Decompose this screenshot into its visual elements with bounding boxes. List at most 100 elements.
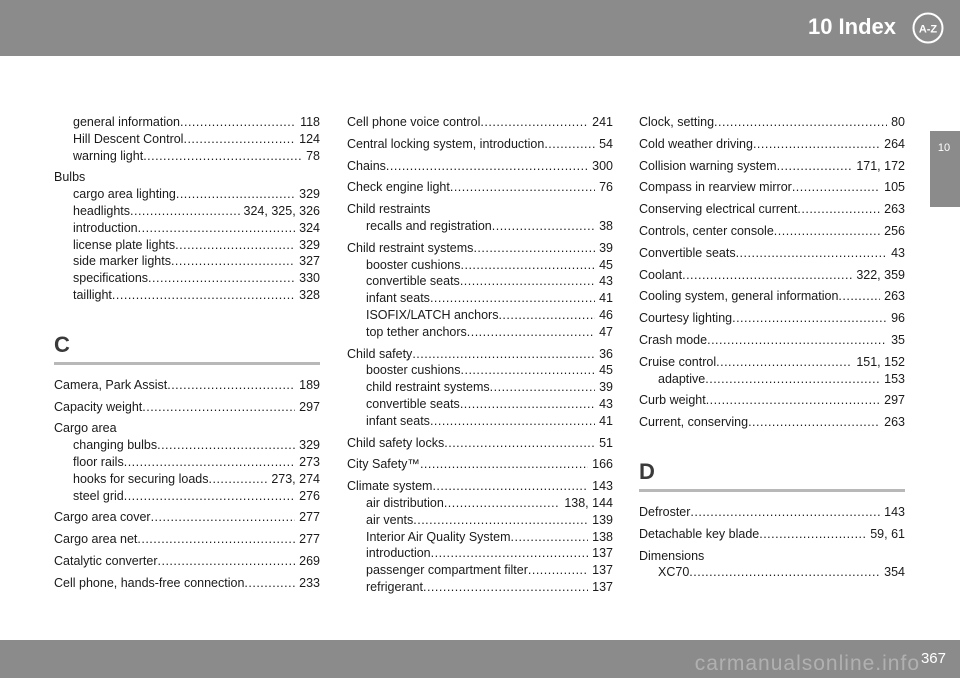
dot-leader <box>142 399 295 416</box>
dot-leader <box>777 158 853 175</box>
entry-page: 96 <box>891 311 905 326</box>
dot-leader <box>838 288 880 305</box>
index-subentry: taillight 328 <box>54 287 320 304</box>
dot-leader <box>473 240 595 257</box>
index-entry: Cell phone voice control 241 <box>347 114 613 131</box>
entry-page: 256 <box>884 223 905 238</box>
index-entry: Chains 300 <box>347 158 613 175</box>
entry-text: general information <box>73 115 181 129</box>
index-entry: Controls, center console 256 <box>639 223 905 240</box>
index-subentry: steel grid 276 <box>54 488 320 505</box>
entry-text: Cargo area net <box>54 532 138 547</box>
index-subentry: floor rails 273 <box>54 454 320 471</box>
entry-text: introduction <box>366 546 431 561</box>
dot-leader <box>423 579 588 596</box>
entry-text: Child restraint systems <box>347 240 474 255</box>
entry-text: child restraint systems <box>366 380 490 395</box>
index-subentry: booster cushions 45 <box>347 257 613 274</box>
dot-leader <box>431 545 589 562</box>
entry-text: Check engine light <box>347 180 450 195</box>
index-subentry: refrigerant 137 <box>347 579 613 596</box>
entry-page: 138, 144 <box>564 495 613 510</box>
section-letter: D <box>639 458 655 484</box>
entry-page: 264 <box>884 136 905 151</box>
dot-leader <box>450 179 595 196</box>
index-entry: Camera, Park Assist 189 <box>54 377 320 394</box>
entry-text: cargo area lighting <box>73 187 176 202</box>
entry-page: 330 <box>299 271 320 286</box>
entry-text: introduction <box>73 220 138 235</box>
entry-page: 269 <box>299 553 320 568</box>
dot-leader <box>736 245 888 262</box>
entry-text: Hill Descent Control <box>73 131 184 146</box>
index-subentry: ISOFIX/LATCH anchors 46 <box>347 307 613 324</box>
index-subentry: specifications 330 <box>54 270 320 287</box>
entry-page: 137 <box>592 563 613 578</box>
index-entry: Capacity weight 297 <box>54 399 320 416</box>
index-subentry: cargo area lighting 329 <box>54 186 320 203</box>
dot-leader <box>682 267 852 284</box>
dot-leader <box>412 346 595 363</box>
entry-text: Cargo area cover <box>54 510 151 525</box>
dot-leader <box>130 203 240 220</box>
entry-text: Coolant <box>639 267 683 282</box>
entry-text: Cargo area <box>54 421 117 436</box>
entry-page: 297 <box>884 393 905 408</box>
dot-leader <box>209 471 268 488</box>
dot-leader <box>490 379 595 396</box>
entry-text: booster cushions <box>366 257 461 272</box>
entry-text: Child safety <box>347 346 413 361</box>
index-entry: Child safety locks 51 <box>347 435 613 452</box>
page-number: 367 <box>920 650 946 667</box>
index-entry: Cooling system, general information 263 <box>639 288 905 305</box>
index-entry: Cargo area cover 277 <box>54 509 320 526</box>
index-subentry: infant seats 41 <box>347 413 613 430</box>
dot-leader <box>244 575 295 592</box>
index-column-1: general information 118 Hill Descent Contr… <box>54 114 320 592</box>
entry-page: 327 <box>299 254 320 269</box>
index-entry: Cold weather driving 264 <box>639 136 905 153</box>
dot-leader <box>511 529 589 546</box>
dot-leader <box>175 237 295 254</box>
index-entry: Child restraints <box>347 201 613 218</box>
index-entry: Catalytic converter 269 <box>54 553 320 570</box>
entry-text: refrigerant <box>366 579 423 594</box>
entry-page: 39 <box>599 240 613 255</box>
index-subentry: warning light 78 <box>54 148 320 165</box>
entry-text: floor rails <box>73 454 124 469</box>
dot-leader <box>792 179 880 196</box>
entry-page: 189 <box>299 377 320 392</box>
dot-leader <box>716 354 852 371</box>
entry-page: 41 <box>599 413 613 428</box>
entry-page: 329 <box>299 187 320 202</box>
entry-page: 166 <box>592 457 613 472</box>
index-subentry: Interior Air Quality System 138 <box>347 529 613 546</box>
entry-page: 35 <box>891 332 905 347</box>
index-entry: Current, conserving 263 <box>639 414 905 431</box>
entry-text: Convertible seats <box>639 245 736 260</box>
entry-text: Capacity weight <box>54 399 143 414</box>
entry-text: side marker lights <box>73 254 171 269</box>
dot-leader <box>183 131 295 148</box>
dot-leader <box>386 158 588 175</box>
index-entry: Coolant 322, 359 <box>639 267 905 284</box>
entry-page: 59, 61 <box>870 526 905 541</box>
dot-leader <box>492 218 595 235</box>
index-subentry: booster cushions 45 <box>347 362 613 379</box>
dot-leader <box>420 456 588 473</box>
entry-text: warning light <box>73 148 144 163</box>
index-entry: Cargo area <box>54 420 320 437</box>
entry-text: changing bulbs <box>73 438 158 453</box>
index-entry: Compass in rearview mirror 105 <box>639 179 905 196</box>
entry-page: 153 <box>884 371 905 386</box>
entry-page: 78 <box>306 148 320 163</box>
entry-text: specifications <box>73 271 149 286</box>
index-subentry: introduction 137 <box>347 545 613 562</box>
entry-page: 47 <box>599 324 613 339</box>
entry-text: steel grid <box>73 488 124 503</box>
a-z-index-icon: A-Z <box>912 12 944 44</box>
entry-page: 105 <box>884 180 905 195</box>
index-subentry: convertible seats 43 <box>347 396 613 413</box>
index-column-2: Cell phone voice control 241 Central locki… <box>347 114 613 596</box>
entry-text: Bulbs <box>54 170 86 185</box>
